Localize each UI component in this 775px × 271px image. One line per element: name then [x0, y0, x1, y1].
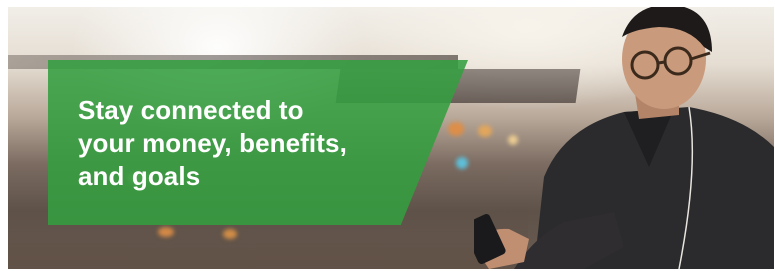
headline-line-1: Stay connected to [78, 95, 304, 125]
hero-headline: Stay connected to your money, benefits, … [78, 94, 408, 193]
headline-line-2: your money, benefits, [78, 128, 347, 158]
hero-banner: Stay connected to your money, benefits, … [8, 7, 774, 269]
person-illustration [474, 7, 774, 269]
man-with-phone-photo [474, 7, 774, 269]
bokeh-light [448, 122, 464, 136]
bokeh-light [223, 229, 237, 239]
headline-line-3: and goals [78, 161, 201, 191]
bokeh-light [456, 157, 468, 169]
bokeh-light [158, 227, 174, 237]
